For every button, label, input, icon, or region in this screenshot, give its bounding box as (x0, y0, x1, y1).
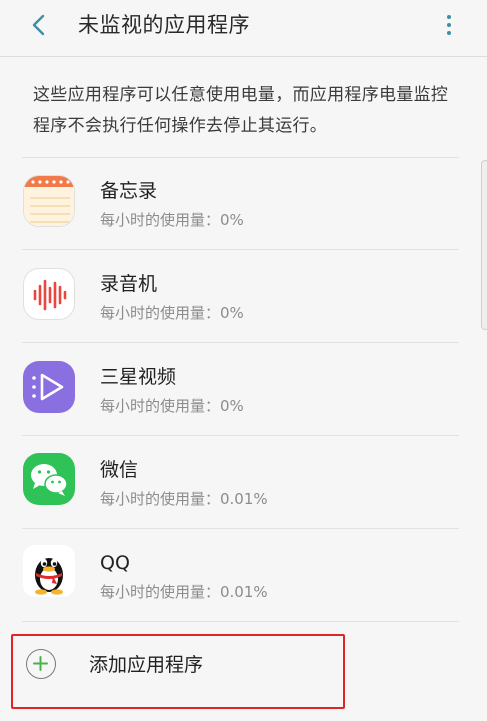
app-name: 三星视频 (100, 366, 177, 388)
app-usage: 每小时的使用量：0% (100, 211, 244, 229)
samsung-video-icon (23, 361, 75, 413)
page-title: 未监视的应用程序 (78, 13, 250, 37)
app-usage: 每小时的使用量：0.01% (100, 583, 268, 601)
chevron-left-icon (32, 14, 45, 36)
more-options-button[interactable] (437, 10, 461, 40)
app-name: 备忘录 (100, 180, 158, 202)
list-item-samsung-video[interactable]: 三星视频 每小时的使用量：0% (0, 343, 487, 435)
vertical-dots-icon (447, 15, 451, 19)
back-button[interactable] (22, 8, 56, 42)
list-item-voice-recorder[interactable]: 录音机 每小时的使用量：0% (0, 250, 487, 342)
app-usage: 每小时的使用量：0% (100, 397, 244, 415)
top-app-bar: 未监视的应用程序 (0, 0, 487, 56)
description-text: 这些应用程序可以任意使用电量，而应用程序电量监控程序不会执行任何操作去停止其运行… (33, 85, 449, 136)
list-item-wechat[interactable]: 微信 每小时的使用量：0.01% (0, 436, 487, 528)
vertical-dots-icon-dot (447, 23, 451, 27)
list-divider (22, 621, 459, 622)
app-name: 微信 (100, 459, 139, 481)
app-usage: 每小时的使用量：0% (100, 304, 244, 322)
header-divider (0, 56, 487, 57)
add-app-label: 添加应用程序 (89, 654, 204, 676)
app-name: 录音机 (100, 273, 158, 295)
voice-recorder-icon (23, 268, 75, 320)
qq-penguin-icon (23, 545, 75, 597)
list-item-qq[interactable]: QQ 每小时的使用量：0.01% (0, 529, 487, 621)
notes-icon (23, 175, 75, 227)
app-usage: 每小时的使用量：0.01% (100, 490, 268, 508)
list-item-notes[interactable]: 备忘录 每小时的使用量：0% (0, 157, 487, 249)
plus-circle-icon (26, 649, 56, 679)
app-screen: 未监视的应用程序 这些应用程序可以任意使用电量，而应用程序电量监控程序不会执行任… (0, 0, 487, 721)
app-name: QQ (100, 552, 130, 574)
vertical-dots-icon-dot (447, 31, 451, 35)
add-app-button[interactable]: 添加应用程序 (11, 634, 345, 709)
wechat-icon (23, 453, 75, 505)
